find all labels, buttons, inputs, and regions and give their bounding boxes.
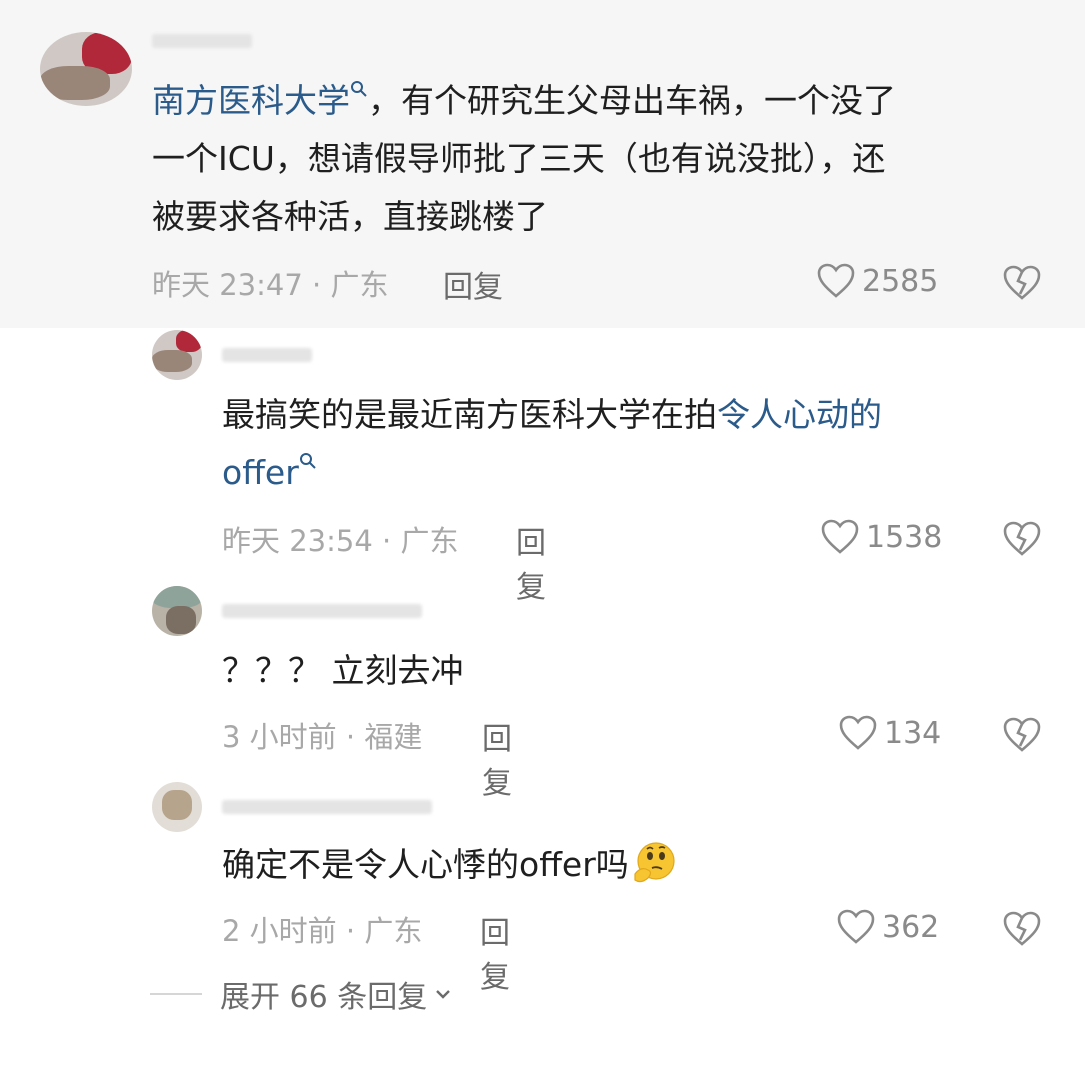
broken-heart-icon[interactable] [1002, 716, 1042, 754]
heart-icon [837, 909, 875, 944]
comment-text: 最搞笑的是最近南方医科大学在拍令人心动的 offer [222, 395, 882, 492]
divider [150, 993, 202, 995]
search-icon [351, 81, 367, 97]
username[interactable] [222, 604, 422, 618]
main-comment: 南方医科大学 ，有个研究生父母出车祸，一个没了 一个ICU，想请假导师批了三天（也… [0, 0, 1085, 328]
reply-button[interactable]: 回复 [443, 262, 503, 306]
like-button[interactable]: 134 [838, 714, 941, 752]
search-icon [299, 453, 316, 469]
expand-label: 展开 66 条回复 [220, 980, 428, 1015]
like-count: 134 [884, 715, 942, 751]
like-count: 1538 [866, 519, 943, 555]
like-button[interactable]: 2585 [816, 262, 938, 300]
comment-text: 确定不是令人心悸的offer吗 [222, 836, 1022, 894]
broken-heart-icon[interactable] [1002, 910, 1042, 948]
avatar[interactable] [152, 330, 202, 380]
username[interactable] [152, 34, 252, 48]
comment-meta: 昨天 23:47 · 广东 [152, 268, 389, 302]
comment-text: 南方医科大学 ，有个研究生父母出车祸，一个没了 一个ICU，想请假导师批了三天（也… [152, 81, 896, 236]
username[interactable] [222, 348, 312, 362]
search-link[interactable]: 令人心动的 [717, 395, 882, 434]
reply-button[interactable]: 回复 [516, 518, 546, 606]
broken-heart-icon[interactable] [1002, 520, 1042, 558]
reply-button[interactable]: 回复 [480, 908, 510, 996]
like-button[interactable]: 362 [836, 908, 939, 946]
search-link[interactable]: 南方医科大学 [152, 81, 368, 120]
comment-text: ？？？ 立刻去冲 [222, 651, 464, 690]
search-link[interactable]: offer [222, 453, 317, 492]
reply-button[interactable]: 回复 [482, 714, 512, 802]
comment-meta: 2 小时前 · 广东 [222, 914, 423, 948]
username[interactable] [222, 800, 432, 814]
like-button[interactable]: 1538 [820, 518, 942, 556]
avatar[interactable] [40, 32, 132, 106]
comment-meta: 3 小时前 · 福建 [222, 720, 423, 754]
comment-meta: 昨天 23:54 · 广东 [222, 524, 459, 558]
expand-replies-button[interactable]: 展开 66 条回复 [150, 972, 455, 1016]
chevron-down-icon [436, 990, 451, 999]
heart-icon [839, 715, 877, 750]
broken-heart-icon[interactable] [1002, 264, 1042, 302]
avatar[interactable] [152, 586, 202, 636]
thinking-emoji-icon [634, 841, 675, 882]
heart-icon [817, 263, 855, 298]
heart-icon [821, 519, 859, 554]
like-count: 362 [882, 909, 940, 945]
like-count: 2585 [862, 263, 939, 299]
avatar[interactable] [152, 782, 202, 832]
